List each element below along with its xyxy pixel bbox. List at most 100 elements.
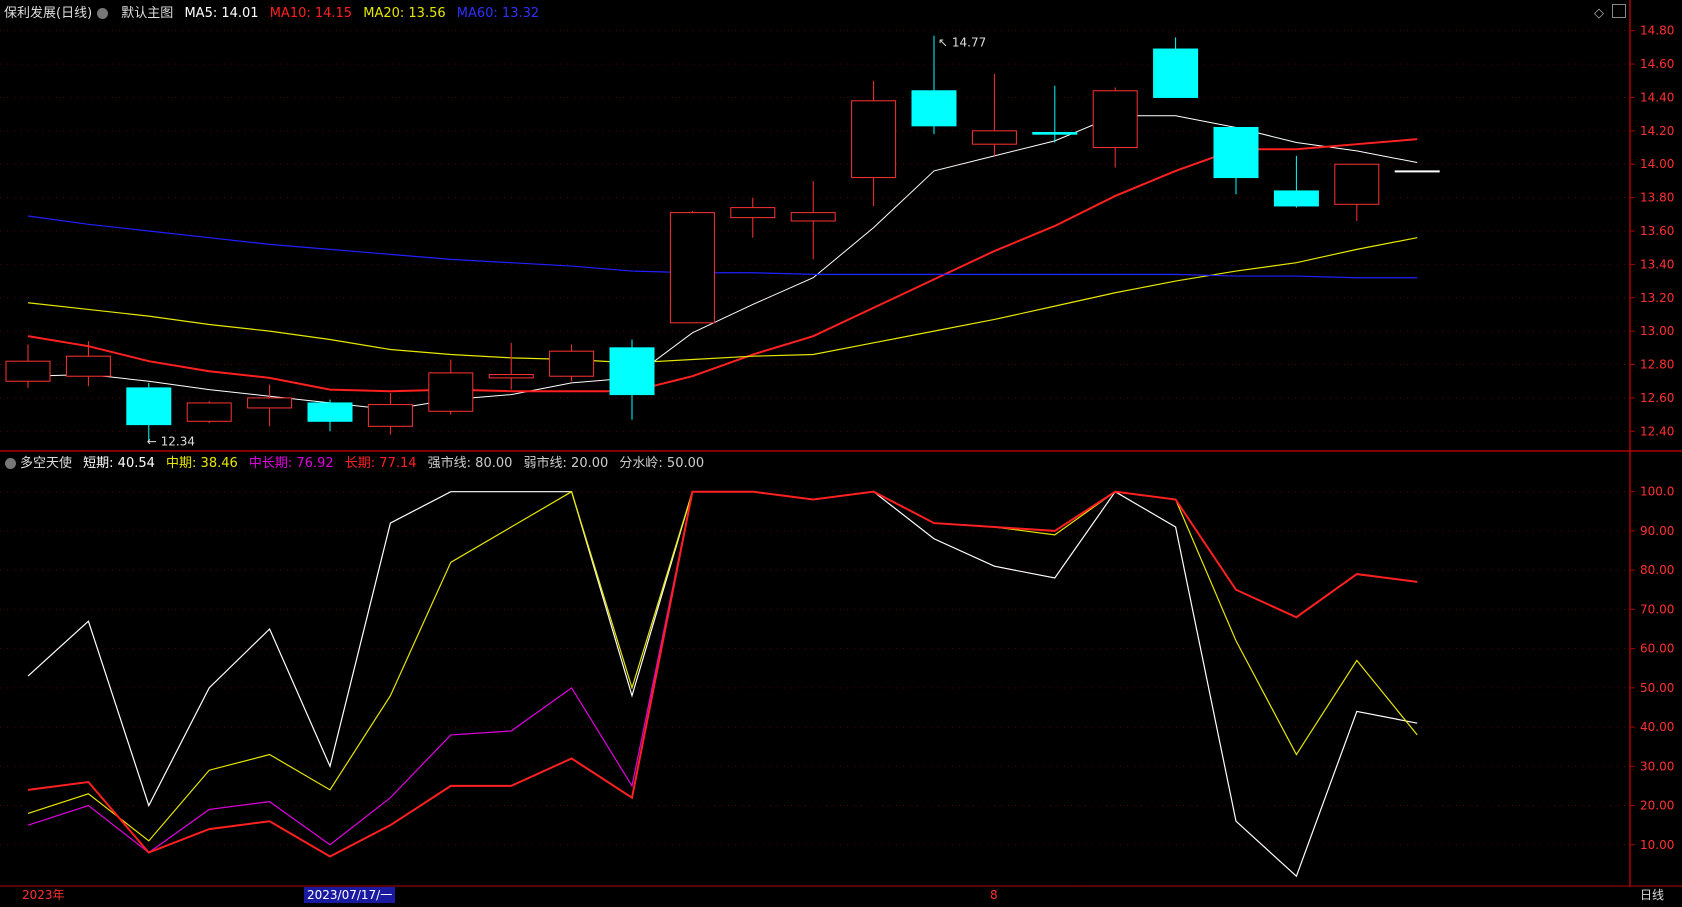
- indicator-tick-label: 20.00: [1640, 799, 1674, 813]
- indicator-tick-label: 70.00: [1640, 602, 1674, 616]
- candle: [609, 339, 655, 420]
- strong-line-value: 强市线: 80.00: [427, 456, 513, 471]
- candle-body: [1334, 163, 1380, 205]
- indicator-tick-label: 30.00: [1640, 759, 1674, 773]
- price-tick-label: 14.60: [1640, 57, 1674, 71]
- price-tick-label: 12.80: [1640, 358, 1674, 372]
- mid-value: 中期: 38.46: [166, 456, 238, 471]
- price-tick-label: 14.20: [1640, 124, 1674, 138]
- indicator-header: 多空天使 短期: 40.54 中期: 38.46 中长期: 76.92 长期: …: [4, 454, 711, 474]
- price-axis: 14.80 14.60 14.40 14.20 14.00 13.80 13.60 13.40…: [1630, 24, 1674, 852]
- candle: [549, 344, 595, 382]
- chart-stage[interactable]: ↖ 14.77 ← 12.34 14.80 14.60 14.40 14.20 14.00…: [0, 0, 1682, 903]
- candle-body: [1394, 170, 1440, 173]
- candle: [1092, 87, 1138, 168]
- candle: [971, 74, 1017, 156]
- candle-body: [186, 402, 232, 422]
- candle-body: [65, 355, 111, 377]
- candle-body: [971, 130, 1017, 145]
- main-chart-header: 保利发展(日线) 默认主图 MA5: 14.01 MA10: 14.15 MA2…: [4, 4, 546, 24]
- candle-body: [247, 397, 293, 409]
- price-tick-label: 14.00: [1640, 157, 1674, 171]
- candle: [367, 392, 413, 435]
- candle: [428, 359, 474, 415]
- candle: [1153, 37, 1199, 98]
- ma20-value: MA20: 13.56: [363, 6, 446, 21]
- price-tick-label: 14.40: [1640, 90, 1674, 104]
- period-button[interactable]: 日线: [1640, 887, 1664, 903]
- grid-layer: [0, 0, 1682, 903]
- low-annotation: ← 12.34: [147, 434, 195, 448]
- time-axis-bar: [0, 887, 1682, 903]
- candle: [186, 401, 232, 423]
- midlong-value: 中长期: 76.92: [248, 456, 334, 471]
- price-tick-label: 13.00: [1640, 324, 1674, 338]
- candle: [730, 197, 776, 238]
- ma60-line: [27, 215, 1418, 279]
- candle: [5, 344, 51, 388]
- indicator-tick-label: 10.00: [1640, 838, 1674, 852]
- candle: [851, 80, 897, 206]
- candle: [307, 399, 353, 432]
- mid-line: [27, 490, 1418, 842]
- indicator-tick-label: 40.00: [1640, 720, 1674, 734]
- short-value: 短期: 40.54: [83, 456, 155, 471]
- midlong-line: [27, 491, 1418, 854]
- candle: [1334, 163, 1380, 221]
- high-annotation: ↖ 14.77: [938, 36, 986, 50]
- candle-body: [126, 387, 172, 426]
- indicator-tick-label: 100.0: [1640, 485, 1674, 499]
- month-label: 8: [990, 888, 998, 902]
- price-tick-label: 12.60: [1640, 391, 1674, 405]
- main-chart-label[interactable]: 默认主图: [103, 6, 173, 21]
- diamond-icon[interactable]: ◇: [1594, 6, 1604, 21]
- candle: [911, 35, 957, 135]
- candle-body: [609, 347, 655, 396]
- stock-title[interactable]: 保利发展(日线): [4, 6, 92, 21]
- candle-body: [367, 404, 413, 427]
- price-tick-label: 14.80: [1640, 24, 1674, 38]
- candle: [65, 341, 111, 387]
- price-tick-label: 13.20: [1640, 291, 1674, 305]
- candle: [126, 382, 172, 442]
- chart-canvas[interactable]: ↖ 14.77 ← 12.34 14.80 14.60 14.40 14.20 14.00…: [0, 0, 1682, 903]
- long-value: 长期: 77.14: [344, 456, 417, 471]
- candle-body: [549, 350, 595, 377]
- ma60-value: MA60: 13.32: [456, 6, 540, 21]
- candle-body: [428, 372, 474, 412]
- candle-body: [911, 90, 957, 127]
- candle-body: [5, 360, 51, 382]
- candle: [488, 342, 534, 390]
- indicator-tick-label: 90.00: [1640, 524, 1674, 538]
- candle: [1394, 170, 1440, 173]
- indicator-tick-label: 80.00: [1640, 563, 1674, 577]
- indicator-tick-label: 50.00: [1640, 681, 1674, 695]
- indicator-settings-icon[interactable]: [5, 458, 16, 469]
- ma5-value: MA5: 14.01: [184, 6, 259, 21]
- candle-body: [307, 402, 353, 422]
- price-tick-label: 13.60: [1640, 224, 1674, 238]
- price-chart: ↖ 14.77 ← 12.34: [5, 35, 1440, 448]
- candle: [790, 180, 836, 260]
- candle: [669, 210, 715, 324]
- price-tick-label: 12.40: [1640, 424, 1674, 438]
- candle-body: [1092, 90, 1138, 149]
- indicator-tick-label: 60.00: [1640, 642, 1674, 656]
- candle-body: [730, 207, 776, 219]
- candle-body: [790, 212, 836, 222]
- price-tick-label: 13.40: [1640, 257, 1674, 271]
- candle-body: [1032, 132, 1078, 135]
- candle: [1213, 126, 1259, 195]
- ma20-line: [27, 237, 1418, 364]
- candle-body: [851, 100, 897, 179]
- long-line: [27, 490, 1418, 858]
- candle-body: [488, 374, 534, 379]
- ma10-line: [27, 138, 1418, 393]
- candle-body: [1153, 48, 1199, 98]
- candle-body: [669, 212, 715, 324]
- expand-icon[interactable]: [1612, 4, 1626, 18]
- main-chart-settings-icon[interactable]: [97, 8, 108, 19]
- cursor-date-label: 2023/07/17/一: [304, 887, 396, 903]
- year-label: 2023年: [22, 888, 65, 902]
- weak-line-value: 弱市线: 20.00: [523, 456, 609, 471]
